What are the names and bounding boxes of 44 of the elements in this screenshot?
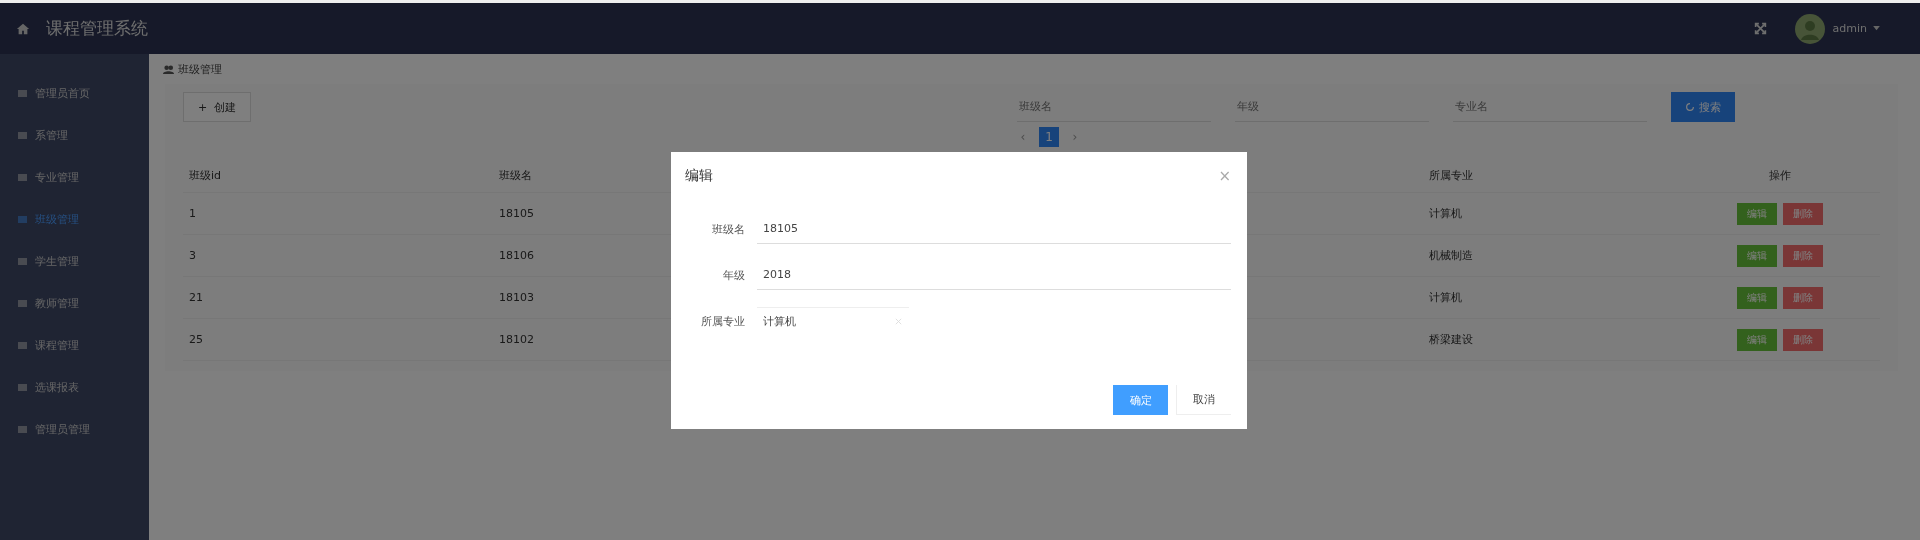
user-menu[interactable]: admin <box>1832 22 1867 35</box>
field-label: 所属专业 <box>700 313 745 329</box>
table-cell: 机械制造 <box>1429 248 1473 263</box>
table-cell: 21 <box>189 291 203 304</box>
major-select[interactable]: 计算机 <box>757 307 909 335</box>
column-header: 操作 <box>1768 167 1791 183</box>
edit-button[interactable]: 编辑 <box>1736 328 1777 351</box>
column-header: 所属专业 <box>1429 167 1473 183</box>
column-header: 班级id <box>189 167 222 183</box>
refresh-icon <box>1685 102 1695 112</box>
confirm-button[interactable]: 确定 <box>1113 385 1168 415</box>
avatar-icon[interactable] <box>1794 13 1825 44</box>
close-button[interactable]: × <box>1218 167 1231 185</box>
breadcrumb: 班级管理 <box>178 61 222 77</box>
group-icon <box>163 63 174 75</box>
table-cell: 18102 <box>499 333 534 346</box>
column-header: 班级名 <box>499 167 532 183</box>
fullscreen-icon[interactable] <box>1753 22 1767 35</box>
previous-page[interactable]: ‹ <box>1013 127 1033 147</box>
table-cell: 18105 <box>499 207 534 220</box>
table-cell: 1 <box>189 207 196 220</box>
search-button[interactable]: 搜索 <box>1671 92 1735 122</box>
create-button[interactable]: + 创建 <box>183 92 251 122</box>
edit-button[interactable]: 编辑 <box>1736 244 1777 267</box>
table-cell: 计算机 <box>1429 290 1462 305</box>
table-cell: 3 <box>189 249 196 262</box>
home-icon[interactable] <box>16 21 30 36</box>
page-number[interactable]: 1 <box>1039 127 1059 147</box>
dialog-title: 编辑 <box>685 167 713 185</box>
cancel-button[interactable]: 取消 <box>1176 385 1231 415</box>
edit-button[interactable]: 编辑 <box>1736 286 1777 309</box>
edit-button[interactable]: 编辑 <box>1736 202 1777 225</box>
table-cell: 25 <box>189 333 203 346</box>
field-label: 班级名 <box>711 221 745 237</box>
sidebar-item[interactable]: 选课报表 <box>0 366 149 408</box>
search-field[interactable]: 专业名 <box>1453 92 1647 122</box>
next-page[interactable]: › <box>1065 127 1085 147</box>
caret-icon[interactable] <box>1873 26 1880 31</box>
table-cell: 18103 <box>499 291 534 304</box>
field-label: 年级 <box>722 267 745 283</box>
table-cell: 计算机 <box>1429 206 1462 221</box>
table-cell: 桥梁建设 <box>1429 332 1473 347</box>
table-cell: 18106 <box>499 249 534 262</box>
app-title: 课程管理系统 <box>46 17 148 40</box>
